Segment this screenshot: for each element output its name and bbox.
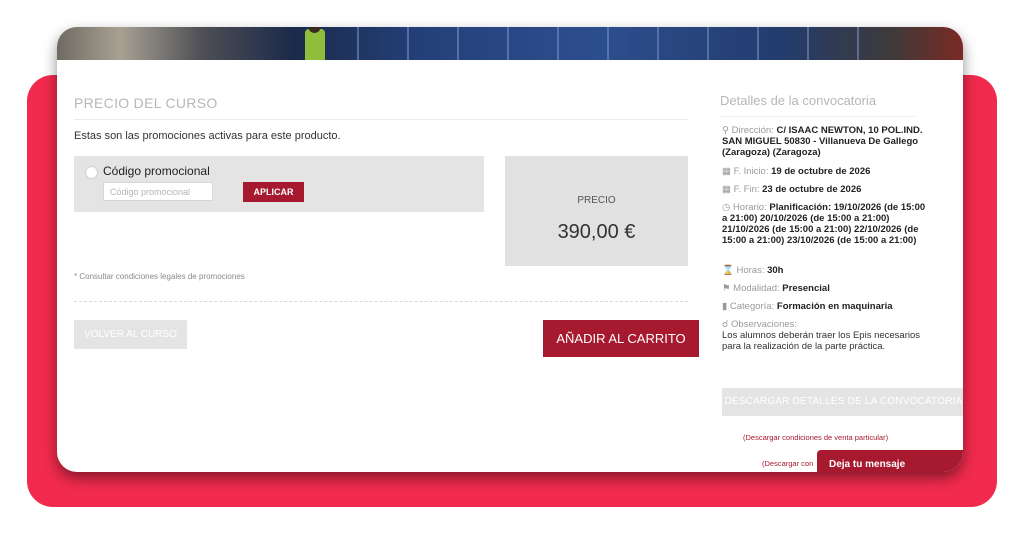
detail-category: ▮ Categoría: Formación en maquinaria bbox=[722, 301, 893, 312]
detail-address: ⚲ Dirección: C/ ISAAC NEWTON, 10 POL.IND… bbox=[722, 125, 923, 158]
detail-notes: ☌ Observaciones: Los alumnos deberán tra… bbox=[722, 319, 921, 352]
promo-code-label: Código promocional bbox=[103, 164, 210, 178]
hourglass-icon: ⌛ bbox=[722, 265, 734, 276]
promo-code-radio[interactable] bbox=[85, 166, 98, 179]
container-stripe bbox=[807, 27, 809, 60]
container-stripe bbox=[557, 27, 559, 60]
container-stripe bbox=[857, 27, 859, 60]
back-to-course-button[interactable]: VOLVER AL CURSO bbox=[74, 320, 187, 349]
promo-code-input[interactable] bbox=[103, 182, 213, 201]
detail-start-date: ▦ F. Inicio: 19 de octubre de 2026 bbox=[722, 166, 871, 177]
download-details-button[interactable]: DESCARGAR DETALLES DE LA CONVOCATORIA bbox=[722, 388, 963, 416]
price-value: 390,00 € bbox=[557, 221, 636, 243]
container-stripe bbox=[507, 27, 509, 60]
browser-window: PRECIO DEL CURSO Estas son las promocion… bbox=[57, 27, 963, 472]
detail-end-date: ▦ F. Fin: 23 de octubre de 2026 bbox=[722, 184, 862, 195]
detail-schedule: ◷ Horario: Planificación: 19/10/2026 (de… bbox=[722, 202, 926, 246]
leave-message-button[interactable]: Deja tu mensaje bbox=[817, 450, 963, 472]
section-title: PRECIO DEL CURSO bbox=[74, 95, 688, 120]
clock-icon: ◷ bbox=[722, 202, 731, 213]
calendar-icon: ▦ bbox=[722, 184, 731, 195]
detail-modality: ⚑ Modalidad: Presencial bbox=[722, 283, 830, 294]
sale-conditions-link[interactable]: (Descargar condiciones de venta particul… bbox=[743, 433, 888, 442]
promotions-intro-text: Estas son las promociones activas para e… bbox=[74, 130, 341, 142]
divider bbox=[74, 301, 688, 302]
promo-code-panel: Código promocional APLICAR bbox=[74, 156, 484, 212]
container-stripe bbox=[407, 27, 409, 60]
worker-figure bbox=[305, 29, 325, 60]
details-title: Detalles de la convocatoria bbox=[720, 93, 915, 117]
hero-banner-image bbox=[57, 27, 963, 60]
container-stripe bbox=[457, 27, 459, 60]
calendar-icon: ▦ bbox=[722, 166, 731, 177]
price-label: PRECIO bbox=[577, 195, 616, 206]
apply-promo-button[interactable]: APLICAR bbox=[243, 182, 304, 202]
detail-hours: ⌛ Horas: 30h bbox=[722, 265, 784, 276]
container-stripe bbox=[357, 27, 359, 60]
bookmark-icon: ▮ bbox=[722, 301, 728, 312]
map-pin-icon: ⚲ bbox=[722, 125, 729, 136]
container-stripe bbox=[707, 27, 709, 60]
sale-conditions-link-2[interactable]: (Descargar con bbox=[762, 459, 813, 468]
tag-icon: ⚑ bbox=[722, 283, 731, 294]
container-stripe bbox=[607, 27, 609, 60]
price-panel: PRECIO 390,00 € bbox=[505, 156, 688, 266]
container-stripe bbox=[657, 27, 659, 60]
container-stripe bbox=[757, 27, 759, 60]
legal-conditions-note: * Consultar condiciones legales de promo… bbox=[74, 272, 245, 281]
add-to-cart-button[interactable]: AÑADIR AL CARRITO bbox=[543, 320, 699, 357]
search-icon: ☌ bbox=[722, 319, 729, 330]
